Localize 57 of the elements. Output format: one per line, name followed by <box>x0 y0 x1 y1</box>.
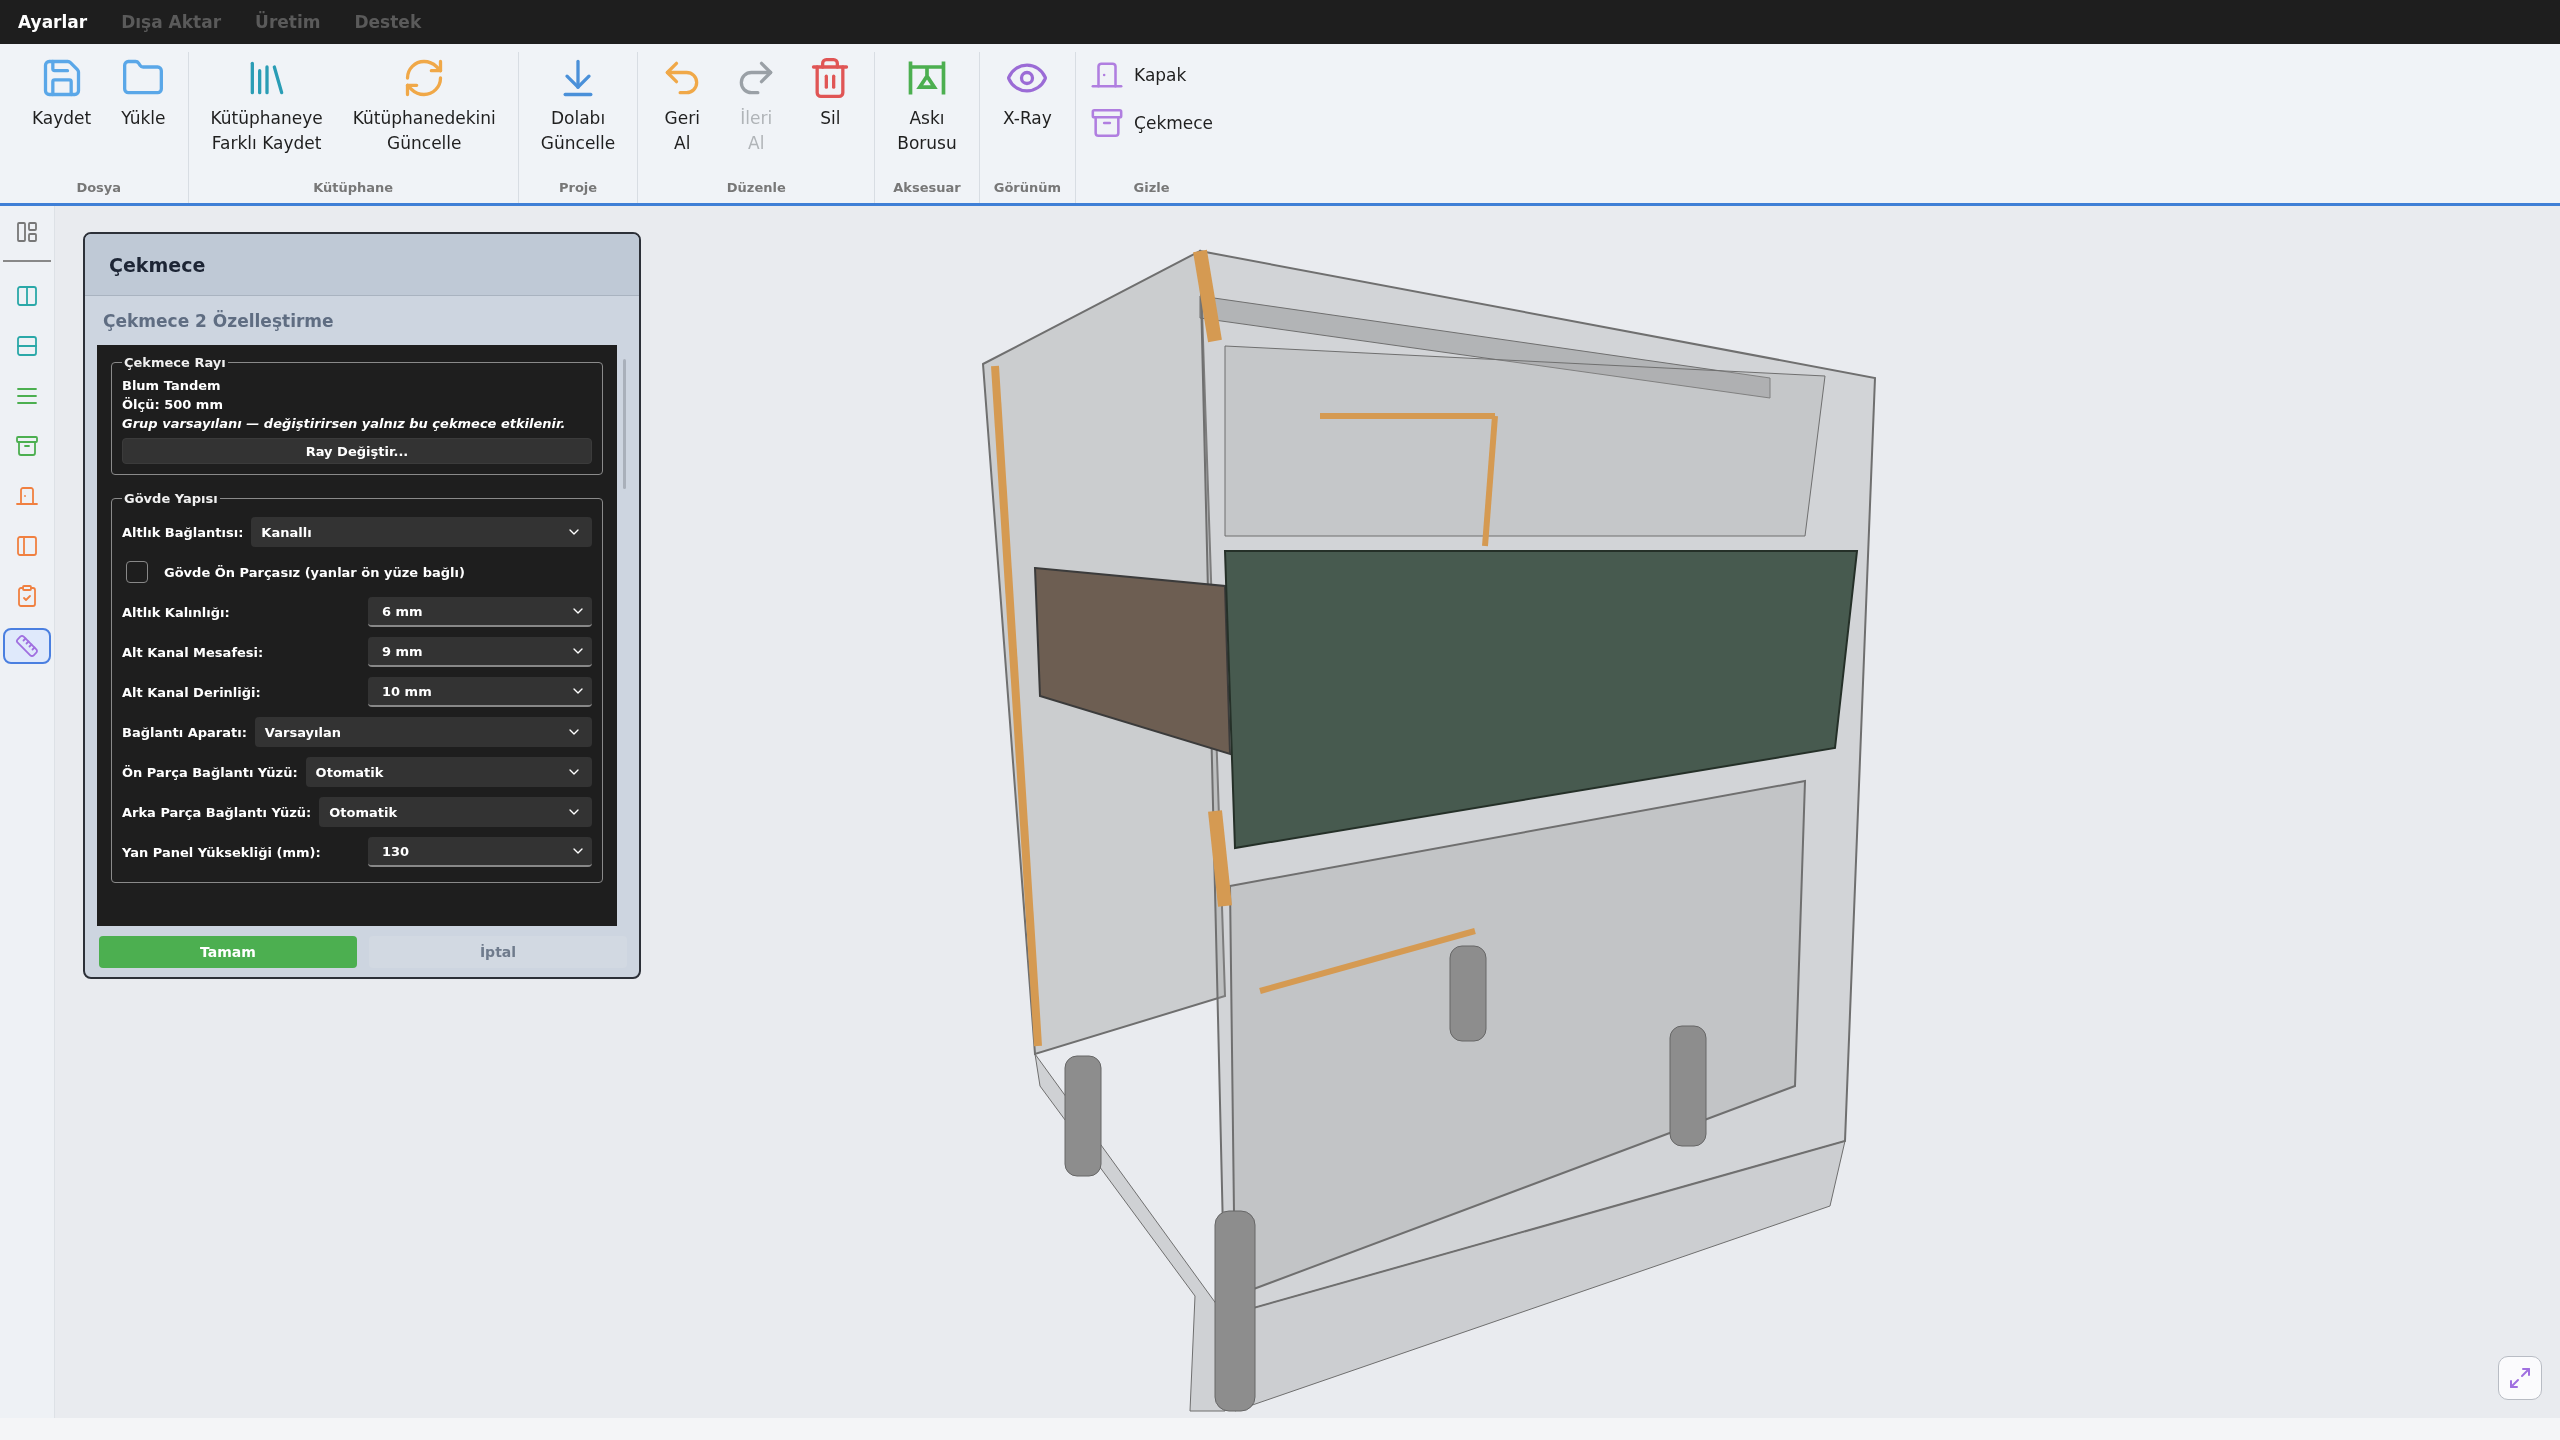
toolbar-button[interactable]: Sil <box>800 52 861 135</box>
side-panel-icon <box>15 534 39 558</box>
group-label: Dosya <box>76 180 122 197</box>
rail-note: Grup varsayılanı — değiştirirsen yalnız bu çekmece etkilenir. <box>122 415 567 433</box>
checkbox[interactable] <box>126 561 148 583</box>
toolbar-button[interactable]: X-Ray <box>994 52 1060 135</box>
dialog-title: Çekmece <box>109 253 206 276</box>
expand-icon <box>2508 1366 2532 1390</box>
toolbar-button[interactable]: Yükle <box>113 52 174 135</box>
number-field[interactable]: 6 mm <box>368 597 592 627</box>
toolbar-button[interactable]: Kaydet <box>24 52 100 135</box>
field-label: Altlık Bağlantısı: <box>122 524 244 540</box>
number-field[interactable]: 10 mm <box>368 677 592 707</box>
group-legend: Gövde Yapısı <box>122 491 220 506</box>
sidebar-button[interactable] <box>3 628 51 664</box>
door-icon <box>15 484 39 508</box>
drawer-icon <box>15 434 39 458</box>
toolbar-button[interactable]: Çekmece <box>1090 106 1214 140</box>
field-label: Yan Panel Yüksekliği (mm): <box>122 844 321 860</box>
rail-name: Blum Tandem <box>122 377 222 395</box>
field-label: Bağlantı Aparatı: <box>122 724 247 740</box>
number-field[interactable]: 130 <box>368 837 592 867</box>
menu-tab[interactable]: Ayarlar <box>18 12 88 32</box>
columns-icon <box>15 284 39 308</box>
group-label: Düzenle <box>726 180 786 197</box>
toolbar-button[interactable]: Kütüphanedekini Güncelle <box>344 52 504 160</box>
rows-icon <box>15 334 39 358</box>
group-label: Görünüm <box>993 180 1062 197</box>
dropdown[interactable]: Kanallı <box>251 517 592 547</box>
toolbar-button[interactable]: Dolabı Güncelle <box>532 52 624 160</box>
field-label: Alt Kanal Mesafesi: <box>122 644 264 660</box>
field-label: Ön Parça Bağlantı Yüzü: <box>122 764 298 780</box>
toolbar-button[interactable]: Geri Al <box>652 52 713 160</box>
field-label: Altlık Kalınlığı: <box>122 604 230 620</box>
group-label: Kütüphane <box>313 180 394 197</box>
expand-button[interactable] <box>2498 1356 2542 1400</box>
toolbar-button[interactable]: Askı Borusu <box>889 52 965 160</box>
dropdown[interactable]: Otomatik <box>305 757 592 787</box>
ruler-icon <box>15 634 39 658</box>
group-label: Proje <box>558 180 598 197</box>
field-label: Alt Kanal Derinliği: <box>122 684 261 700</box>
dialog-subtitle: Çekmece 2 Özelleştirme <box>102 309 335 333</box>
group-legend: Çekmece Rayı <box>122 355 228 370</box>
toolbar-button[interactable]: Kütüphaneye Farklı Kaydet <box>202 52 331 160</box>
rail-size: Ölçü: 500 mm <box>122 396 224 414</box>
toolbar-button[interactable]: Kapak <box>1090 58 1214 92</box>
dropdown[interactable]: Otomatik <box>319 797 592 827</box>
checklist-icon <box>15 584 39 608</box>
dropdown[interactable]: Varsayılan <box>254 717 592 747</box>
field-label: Arka Parça Bağlantı Yüzü: <box>122 804 312 820</box>
number-field[interactable]: 9 mm <box>368 637 592 667</box>
group-label: Gizle <box>1133 180 1170 197</box>
change-rail-button[interactable]: Ray Değiştir... <box>122 438 592 464</box>
drawer-icon <box>1090 106 1125 140</box>
group-label: Aksesuar <box>893 180 961 197</box>
checkbox-label: Gövde Ön Parçasız (yanlar ön yüze bağlı) <box>164 564 465 580</box>
panel-icon <box>15 220 39 244</box>
